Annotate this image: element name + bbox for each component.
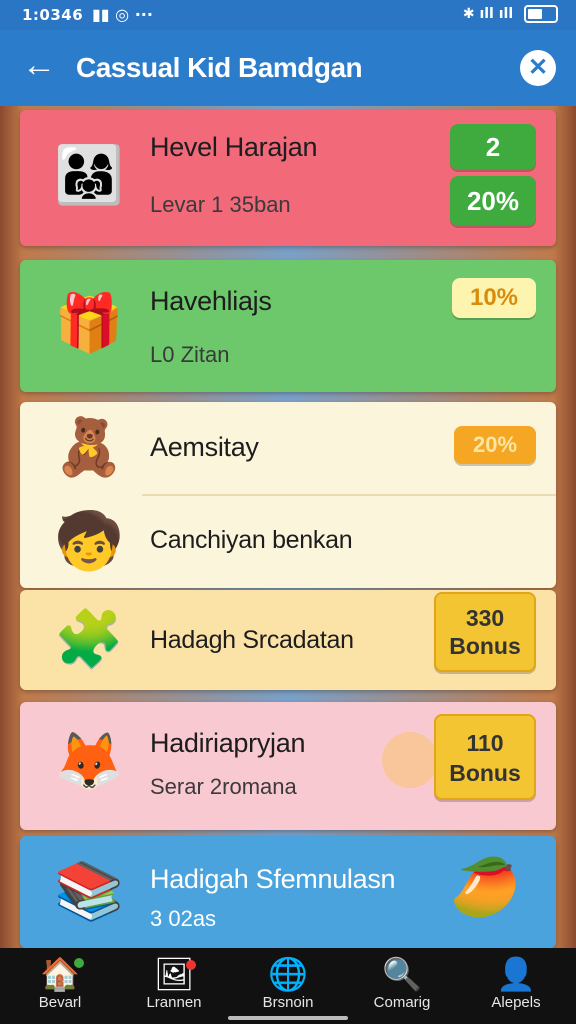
arrow-left-icon[interactable]: ← xyxy=(22,48,56,82)
list-item[interactable]: 🦊 Hadiriapryjan Serar 2romana 110 Bonus xyxy=(20,702,556,830)
list-item[interactable]: 🧒 Canchiyan benkan xyxy=(20,496,556,588)
gift-animal-icon: 🦊 xyxy=(54,729,124,792)
nav-item-explore[interactable]: 🌐 Brsnoin xyxy=(238,954,338,1011)
list-item[interactable]: 🎁 Havehliajs L0 Zitan 10% xyxy=(20,260,556,392)
bonus-amount: 330 xyxy=(465,605,505,631)
list-item[interactable]: 🧸 Aemsitay 20% xyxy=(20,402,556,494)
status-bar: 1:0346 ▮▮ ◎ ··· ✱ ıll ıll xyxy=(0,0,576,30)
count-badge-label: 2 xyxy=(485,132,501,162)
item-title: Aemsitay xyxy=(150,432,259,462)
profile-icon: 👤 xyxy=(496,956,536,992)
home-icon: 🏠 xyxy=(40,956,80,992)
item-subtitle: Serar 2romana xyxy=(150,774,297,799)
list-item[interactable]: 👨‍👩‍👧 Hevel Harajan Levar 1 35ban 2 20% xyxy=(20,110,556,246)
status-right-icons: ✱ ıll ıll xyxy=(463,5,558,23)
nav-item-gallery[interactable]: 🖼 Lrannen xyxy=(124,954,224,1011)
nav-label: Brsnoin xyxy=(262,994,314,1011)
item-title: Hadagh Srcadatan xyxy=(150,626,354,654)
list-item[interactable]: 🧩 Hadagh Srcadatan 330 Bonus xyxy=(20,590,556,690)
item-subtitle: Levar 1 35ban xyxy=(150,192,291,217)
notification-dot xyxy=(74,958,84,968)
list-item[interactable]: 📚 Hadigah Sfemnulasn 3 02as 🥭 xyxy=(20,836,556,948)
percent-badge: 20% xyxy=(450,176,536,226)
close-circle-icon[interactable]: ✕ xyxy=(520,50,556,86)
bottom-nav: 🏠 Bevarl 🖼 Lrannen 🌐 Brsnoin 🔍 Comarig 👤… xyxy=(0,948,576,1024)
nav-item-home[interactable]: 🏠 Bevarl xyxy=(10,954,110,1011)
nav-label: Comarig xyxy=(373,994,431,1011)
globe-icon: 🌐 xyxy=(268,956,308,992)
bonus-amount: 110 xyxy=(466,730,504,756)
kids-family-icon: 👨‍👩‍👧 xyxy=(54,143,124,206)
item-subtitle: 3 02as xyxy=(150,906,217,931)
toys-icon: 🧸 xyxy=(54,415,124,478)
bonus-badge: 110 Bonus xyxy=(434,714,536,800)
books-icon: 📚 xyxy=(54,859,124,922)
count-badge: 2 xyxy=(450,124,536,170)
percent-badge-label: 20% xyxy=(472,432,518,457)
nav-item-profile[interactable]: 👤 Alepels xyxy=(466,954,566,1011)
battery-icon xyxy=(524,5,558,23)
nav-label: Alepels xyxy=(491,994,541,1011)
percent-badge-label: 10% xyxy=(469,284,519,311)
bonus-label: Bonus xyxy=(449,760,521,786)
item-title: Hadiriapryjan xyxy=(150,728,306,758)
item-title: Havehliajs xyxy=(150,286,272,316)
notification-dot xyxy=(186,960,196,970)
snack-icon: 🥭 xyxy=(450,855,520,918)
item-title: Hadigah Sfemnulasn xyxy=(150,864,396,894)
bonus-badge: 330 Bonus xyxy=(434,592,536,672)
percent-badge: 10% xyxy=(452,278,536,318)
bonus-label: Bonus xyxy=(449,633,521,659)
item-title: Hevel Harajan xyxy=(150,132,318,162)
status-indicators: ▮▮ ◎ ··· xyxy=(92,5,153,24)
nav-label: Lrannen xyxy=(146,994,202,1011)
doll-icon: 🧒 xyxy=(54,509,124,572)
list-group: 🧸 Aemsitay 20% 🧒 Canchiyan benkan xyxy=(20,402,556,588)
signal-icon: ✱ ıll ıll xyxy=(462,6,514,22)
app-bar: ← Cassual Kid Bamdgan ✕ xyxy=(0,30,576,106)
gesture-bar xyxy=(228,1016,348,1020)
pillow-toy-icon: 🧩 xyxy=(54,607,124,670)
status-time: 1:0346 xyxy=(22,6,84,24)
nav-item-search[interactable]: 🔍 Comarig xyxy=(352,954,452,1011)
percent-badge: 20% xyxy=(454,426,536,464)
search-icon: 🔍 xyxy=(382,956,422,992)
page-title: Cassual Kid Bamdgan xyxy=(76,52,363,83)
item-title: Canchiyan benkan xyxy=(150,526,353,554)
percent-badge-label: 20% xyxy=(466,186,520,216)
decorative-circle xyxy=(382,732,438,788)
image-icon: 🖼 xyxy=(153,956,195,992)
item-subtitle: L0 Zitan xyxy=(150,342,230,367)
gift-box-icon: 🎁 xyxy=(54,291,124,354)
nav-label: Bevarl xyxy=(38,994,82,1011)
